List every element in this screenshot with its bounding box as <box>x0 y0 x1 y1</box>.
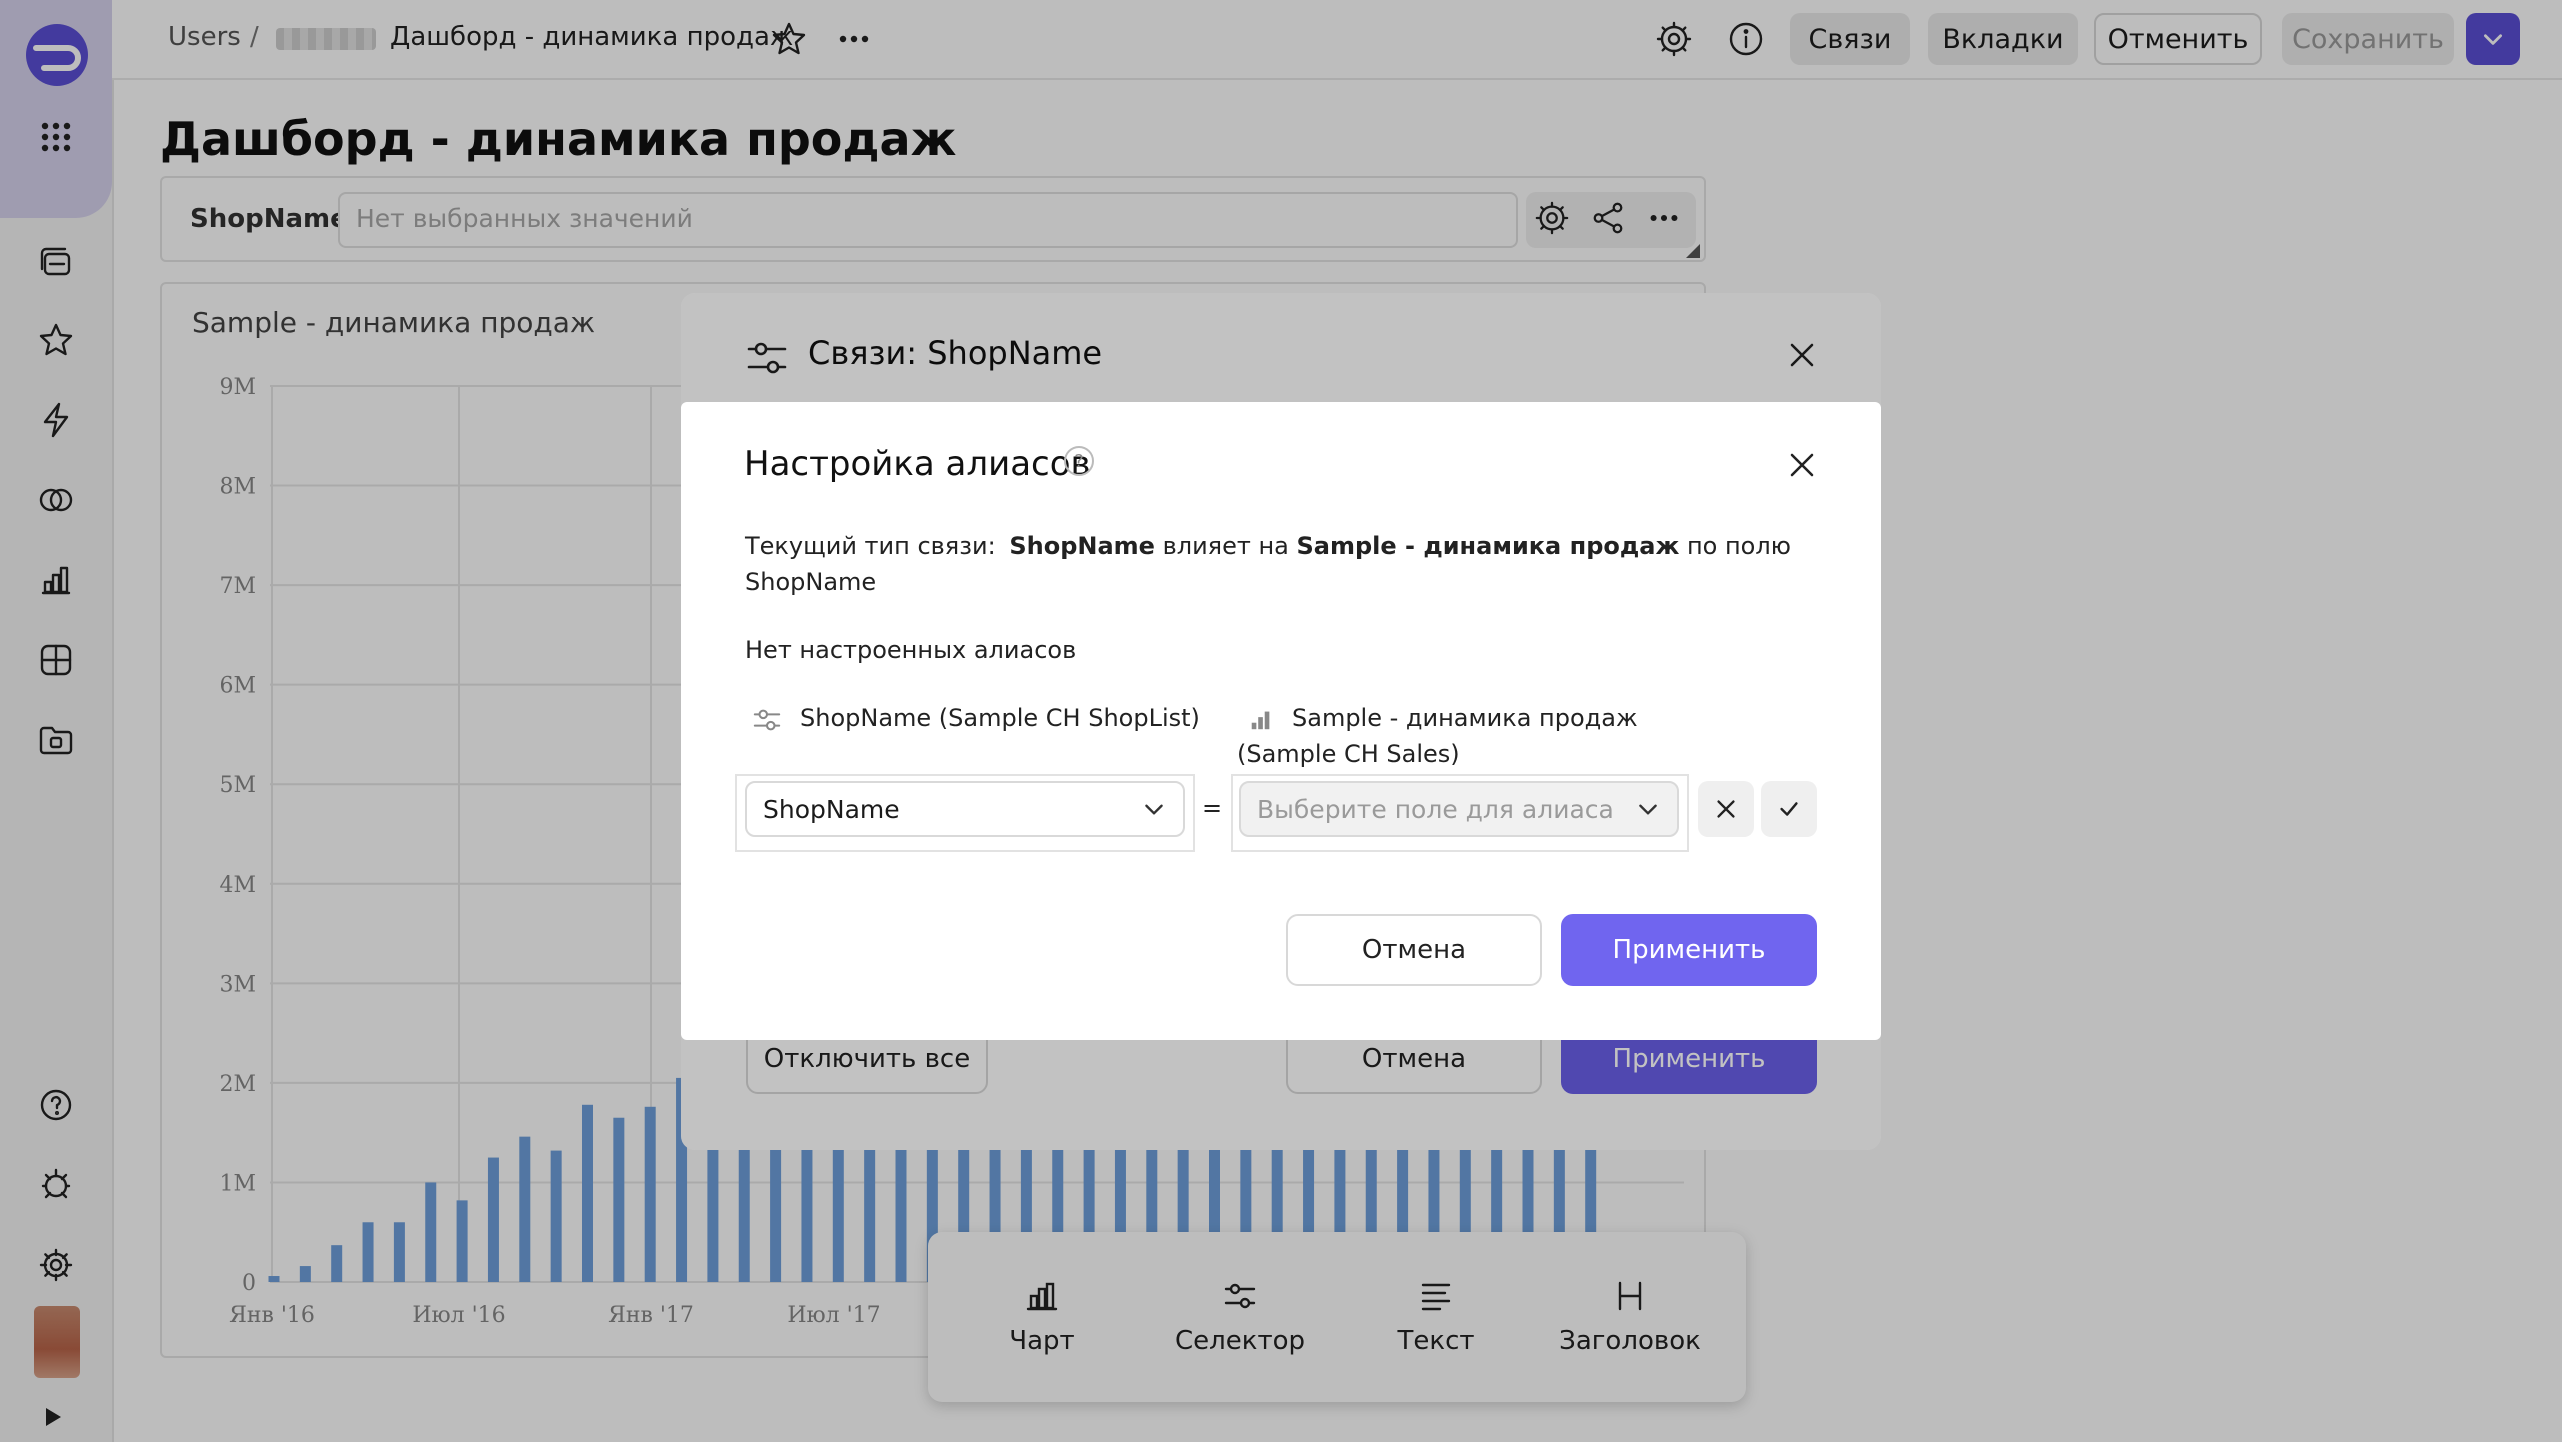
alias-apply-button[interactable]: Применить <box>1561 914 1817 986</box>
chevron-down-icon <box>1145 804 1163 815</box>
current-link-suffix: по полю <box>1686 532 1791 560</box>
alias-column-left-title: ShopName (Sample CH ShopList) <box>800 704 1200 732</box>
right-field-placeholder: Выберите поле для алиаса <box>1257 794 1614 824</box>
current-link-field: ShopName <box>745 568 877 596</box>
current-link-prefix: Текущий тип связи: <box>745 532 996 560</box>
equals-sign: = <box>1202 794 1223 822</box>
selector-source-icon <box>752 705 782 739</box>
left-field-select[interactable]: ShopName <box>745 781 1185 837</box>
no-aliases-text: Нет настроенных алиасов <box>745 636 1077 664</box>
current-link-description: Текущий тип связи: ShopName влияет на Sa… <box>745 532 1791 560</box>
alias-help-icon[interactable]: ? <box>1064 446 1094 476</box>
alias-column-right-dataset: (Sample CH Sales) <box>1237 740 1460 768</box>
chart-target-icon <box>1248 706 1274 736</box>
alias-column-right-title: Sample - динамика продаж <box>1292 704 1638 732</box>
alias-cancel-button[interactable]: Отмена <box>1286 914 1542 986</box>
current-link-target: Sample - динамика продаж <box>1296 532 1680 560</box>
alias-dialog-close-icon[interactable] <box>1784 447 1820 487</box>
remove-alias-button[interactable] <box>1698 781 1754 837</box>
chevron-down-icon <box>1639 804 1657 815</box>
check-icon <box>1780 802 1798 816</box>
left-field-value: ShopName <box>763 794 900 824</box>
right-field-select[interactable]: Выберите поле для алиаса <box>1239 781 1679 837</box>
current-link-verb: влияет на <box>1162 532 1289 560</box>
close-icon <box>1717 800 1735 818</box>
confirm-alias-button[interactable] <box>1761 781 1817 837</box>
alias-dialog-title: Настройка алиасов <box>744 444 1091 484</box>
current-link-source: ShopName <box>1009 532 1155 560</box>
